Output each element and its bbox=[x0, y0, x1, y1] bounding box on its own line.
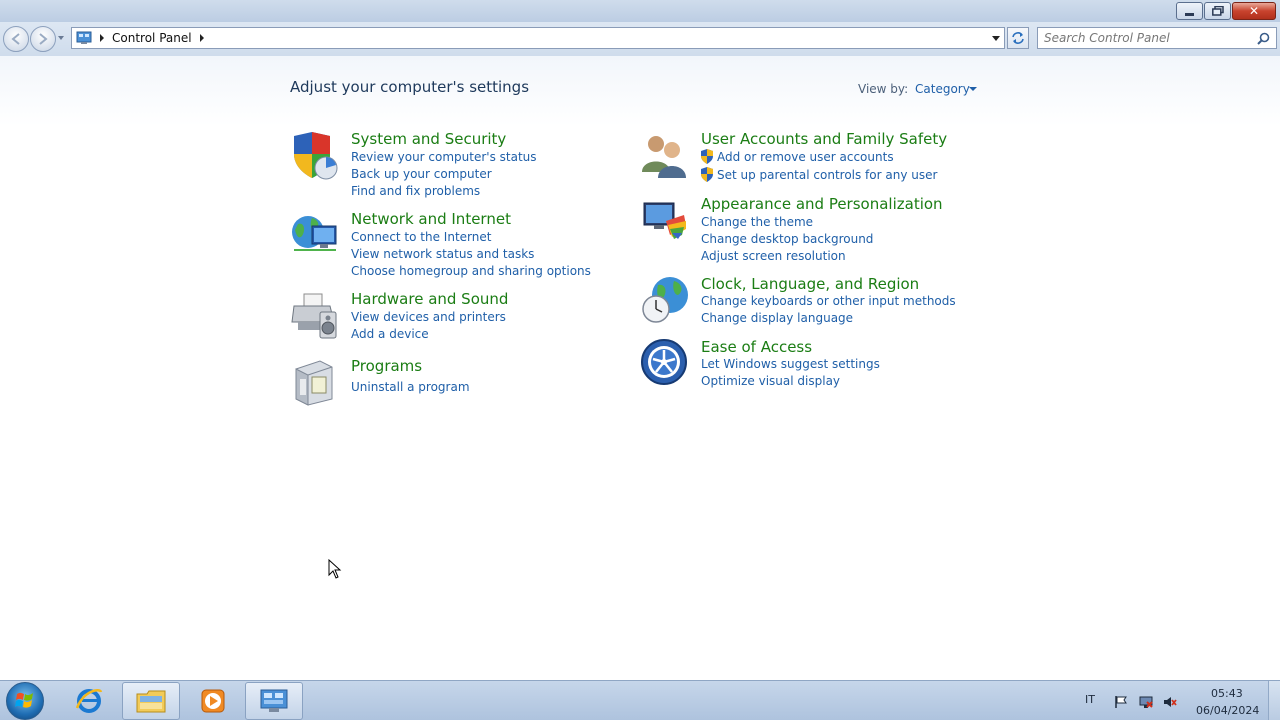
close-icon: ✕ bbox=[1248, 4, 1260, 18]
minimize-icon bbox=[1185, 12, 1194, 16]
media-player-icon bbox=[201, 689, 225, 713]
refresh-button[interactable] bbox=[1007, 27, 1029, 49]
mouse-cursor-icon bbox=[328, 559, 342, 579]
category-clock-language: Clock, Language, and Region Change keybo… bbox=[640, 275, 960, 330]
category-link[interactable]: Optimize visual display bbox=[701, 374, 840, 388]
address-bar[interactable]: Control Panel bbox=[71, 27, 1005, 49]
category-title[interactable]: User Accounts and Family Safety bbox=[701, 130, 947, 148]
clock-date[interactable]: 06/04/2024 bbox=[1196, 704, 1259, 717]
search-icon[interactable] bbox=[1257, 32, 1270, 45]
action-center-flag-icon[interactable] bbox=[1114, 695, 1128, 709]
category-link[interactable]: Add a device bbox=[351, 327, 429, 341]
category-system-security: System and Security Review your computer… bbox=[290, 130, 590, 200]
printer-speaker-icon bbox=[291, 293, 337, 339]
control-panel-icon bbox=[76, 31, 92, 45]
breadcrumb-separator-icon[interactable] bbox=[100, 34, 104, 42]
recent-pages-dropdown[interactable] bbox=[58, 36, 64, 40]
category-title[interactable]: Appearance and Personalization bbox=[701, 195, 943, 213]
control-panel-icon bbox=[260, 689, 288, 712]
forward-button[interactable] bbox=[30, 26, 56, 52]
category-appearance: Appearance and Personalization Change th… bbox=[640, 195, 960, 265]
network-globe-icon bbox=[292, 216, 337, 251]
monitor-palette-icon bbox=[643, 202, 686, 239]
category-link[interactable]: Add or remove user accounts bbox=[717, 150, 894, 164]
category-ease-of-access: Ease of Access Let Windows suggest setti… bbox=[640, 338, 960, 393]
users-icon bbox=[642, 136, 686, 178]
back-arrow-icon bbox=[11, 33, 20, 45]
language-indicator[interactable]: IT bbox=[1085, 693, 1095, 706]
breadcrumb-control-panel[interactable]: Control Panel bbox=[112, 31, 192, 45]
clock-time[interactable]: 05:43 bbox=[1211, 687, 1243, 700]
category-link[interactable]: View devices and printers bbox=[351, 310, 506, 324]
category-title[interactable]: Programs bbox=[351, 357, 422, 375]
navigation-bar: Control Panel bbox=[0, 22, 1280, 56]
category-title[interactable]: Ease of Access bbox=[701, 338, 812, 356]
category-link[interactable]: Uninstall a program bbox=[351, 380, 470, 394]
search-box[interactable] bbox=[1037, 27, 1277, 49]
category-link[interactable]: Adjust screen resolution bbox=[701, 249, 846, 263]
minimize-button[interactable] bbox=[1176, 2, 1203, 20]
category-link[interactable]: Back up your computer bbox=[351, 167, 492, 181]
internet-explorer-icon bbox=[75, 689, 103, 713]
category-link[interactable]: Change the theme bbox=[701, 215, 813, 229]
uac-shield-icon bbox=[701, 167, 713, 182]
taskbar-file-explorer[interactable] bbox=[122, 682, 180, 720]
close-button[interactable]: ✕ bbox=[1232, 2, 1276, 20]
forward-arrow-icon bbox=[39, 33, 48, 45]
file-explorer-icon bbox=[136, 690, 166, 713]
category-link[interactable]: Change desktop background bbox=[701, 232, 873, 246]
category-link[interactable]: Change keyboards or other input methods bbox=[701, 294, 956, 308]
clock-globe-icon bbox=[642, 277, 688, 323]
address-history-dropdown[interactable] bbox=[992, 36, 1000, 41]
category-title[interactable]: Network and Internet bbox=[351, 210, 511, 228]
category-link[interactable]: Let Windows suggest settings bbox=[701, 357, 880, 371]
category-link[interactable]: Review your computer's status bbox=[351, 150, 537, 164]
category-link[interactable]: Change display language bbox=[701, 311, 853, 325]
view-by-dropdown[interactable]: Category bbox=[915, 82, 970, 96]
control-panel-content: Adjust your computer's settings View by:… bbox=[0, 56, 1280, 680]
view-by-label: View by: bbox=[858, 82, 909, 96]
breadcrumb-separator-icon[interactable] bbox=[199, 34, 204, 42]
category-link[interactable]: Find and fix problems bbox=[351, 184, 480, 198]
uac-shield-icon bbox=[701, 149, 713, 164]
search-input[interactable] bbox=[1044, 28, 1254, 48]
show-desktop-button[interactable] bbox=[1268, 681, 1280, 720]
category-title[interactable]: Clock, Language, and Region bbox=[701, 275, 919, 293]
restore-icon bbox=[1211, 6, 1224, 16]
volume-muted-icon[interactable] bbox=[1163, 695, 1177, 709]
category-link[interactable]: Set up parental controls for any user bbox=[717, 168, 937, 182]
taskbar-control-panel[interactable] bbox=[245, 682, 303, 720]
category-network-internet: Network and Internet Connect to the Inte… bbox=[290, 210, 591, 280]
window-controls: ✕ bbox=[1176, 2, 1276, 20]
category-user-accounts: User Accounts and Family Safety Add or r… bbox=[640, 130, 960, 185]
back-button[interactable] bbox=[3, 26, 29, 52]
start-orb-icon bbox=[15, 692, 33, 708]
ease-of-access-icon bbox=[641, 339, 687, 385]
network-disconnected-icon[interactable] bbox=[1139, 695, 1153, 709]
shield-icon bbox=[294, 132, 338, 180]
taskbar: IT 05:43 06/04/2024 bbox=[0, 680, 1280, 720]
category-title[interactable]: Hardware and Sound bbox=[351, 290, 508, 308]
restore-button[interactable] bbox=[1204, 2, 1231, 20]
category-link[interactable]: View network status and tasks bbox=[351, 247, 534, 261]
category-link[interactable]: Connect to the Internet bbox=[351, 230, 491, 244]
programs-box-icon bbox=[295, 360, 333, 406]
taskbar-internet-explorer[interactable] bbox=[60, 682, 118, 720]
start-button[interactable] bbox=[6, 682, 44, 720]
category-programs: Programs Uninstall a program bbox=[290, 357, 590, 407]
window-titlebar: ✕ bbox=[0, 0, 1280, 22]
view-by-chevron-icon[interactable] bbox=[969, 87, 977, 91]
category-link[interactable]: Choose homegroup and sharing options bbox=[351, 264, 591, 278]
category-hardware-sound: Hardware and Sound View devices and prin… bbox=[290, 290, 590, 345]
refresh-icon bbox=[1012, 32, 1024, 44]
category-title[interactable]: System and Security bbox=[351, 130, 506, 148]
taskbar-media-player[interactable] bbox=[184, 682, 242, 720]
page-title: Adjust your computer's settings bbox=[290, 78, 530, 96]
